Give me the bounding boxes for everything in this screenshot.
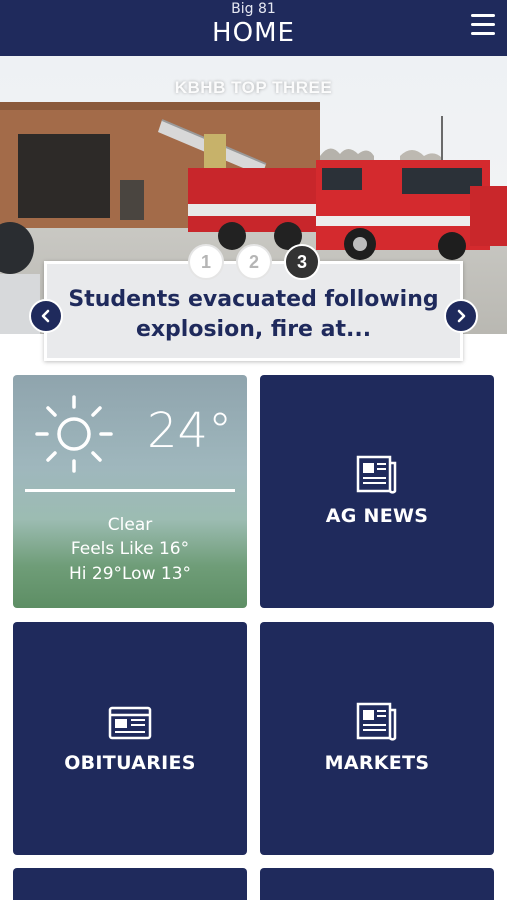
next-tile-right[interactable] (260, 868, 494, 900)
ag-news-label: AG NEWS (325, 505, 429, 527)
newspaper-icon (356, 455, 397, 494)
page-dot-1[interactable]: 1 (188, 244, 224, 280)
page-dot-2[interactable]: 2 (236, 244, 272, 280)
app-header: Big 81 HOME (0, 0, 507, 56)
carousel-pagination: 1 2 3 (188, 244, 320, 280)
newspaper-icon (108, 706, 152, 740)
obituaries-tile[interactable]: OBITUARIES (13, 622, 247, 855)
current-temperature: 24° (147, 403, 233, 459)
chevron-left-icon[interactable] (29, 299, 63, 333)
obituaries-label: OBITUARIES (64, 752, 196, 774)
story-headline: Students evacuated following explosion, … (68, 287, 439, 342)
page-dot-3[interactable]: 3 (284, 244, 320, 280)
carousel-section-label: KBHB TOP THREE (174, 78, 333, 97)
newspaper-icon (356, 702, 397, 741)
weather-feels-like: Feels Like 16° (70, 539, 190, 559)
chevron-right-icon[interactable] (444, 299, 478, 333)
hamburger-menu-icon[interactable] (471, 14, 495, 36)
page-title: HOME (212, 18, 295, 48)
weather-divider (25, 489, 235, 492)
sun-icon (35, 395, 113, 473)
weather-condition: Clear (107, 515, 153, 535)
markets-label: MARKETS (324, 752, 430, 774)
next-tile-left[interactable] (13, 868, 247, 900)
station-name: Big 81 (231, 1, 276, 17)
ag-news-tile[interactable]: AG NEWS (260, 375, 494, 608)
weather-hi-low: Hi 29°Low 13° (68, 564, 192, 584)
markets-tile[interactable]: MARKETS (260, 622, 494, 855)
weather-tile[interactable]: 24° Clear Feels Like 16° Hi 29°Low 13° (13, 375, 247, 608)
